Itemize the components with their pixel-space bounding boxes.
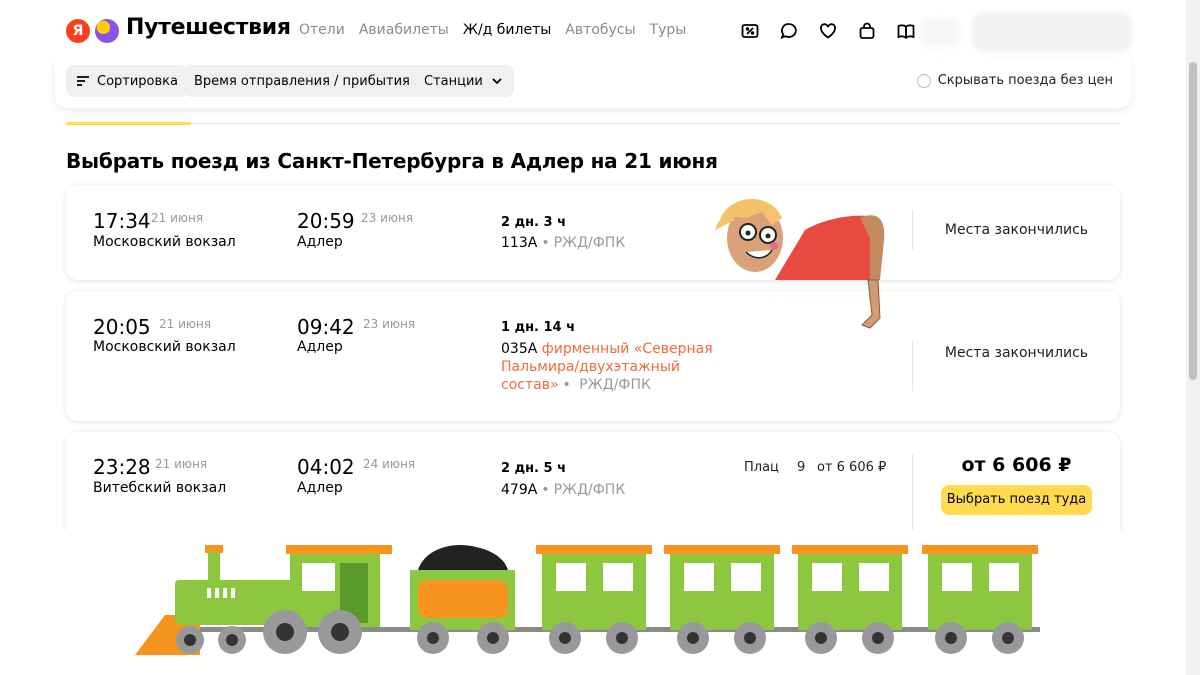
train-carrier: РЖД/ФПК <box>553 235 626 251</box>
hide-no-price-label: Скрывать поезда без цен <box>937 73 1113 88</box>
train-card[interactable]: 20:05 21 июня Московский вокзал 09:42 23… <box>66 291 1120 421</box>
login-button[interactable] <box>972 12 1132 52</box>
departure-time-filter-label: Время отправления / прибытия <box>194 73 410 89</box>
departure-date: 21 июня <box>155 457 208 471</box>
train-number: 479А <box>501 482 538 498</box>
departure-date: 21 июня <box>159 317 212 331</box>
bag-icon[interactable] <box>855 20 878 42</box>
sort-button[interactable]: Сортировка <box>66 65 188 97</box>
book-icon[interactable] <box>894 20 917 42</box>
chevron-down-icon <box>492 78 502 85</box>
wagon <box>536 545 652 654</box>
nav-hotels[interactable]: Отели <box>299 22 345 38</box>
main-nav: Отели Авиабилеты Ж/д билеты Автобусы Тур… <box>299 22 686 38</box>
stations-filter-label: Станции <box>424 73 483 89</box>
train-card[interactable]: 17:34 21 июня Московский вокзал 20:59 23… <box>66 185 1120 280</box>
train-info: 113А • РЖД/ФПК <box>501 234 731 252</box>
discount-icon[interactable] <box>738 20 761 42</box>
arrival-station: Адлер <box>297 480 343 496</box>
sort-button-label: Сортировка <box>97 73 178 89</box>
trip-duration: 2 дн. 5 ч <box>501 461 567 476</box>
sold-out-status: Места закончились <box>944 345 1089 361</box>
nav-tours[interactable]: Туры <box>650 22 687 38</box>
arrival-date: 23 июня <box>361 211 414 225</box>
trip-duration: 1 дн. 14 ч <box>501 320 576 335</box>
brand-name[interactable]: Путешествия <box>126 15 291 40</box>
departure-time: 17:34 <box>93 209 151 233</box>
stations-filter[interactable]: Станции <box>414 65 514 97</box>
departure-date: 21 июня <box>151 211 204 225</box>
wagon <box>922 545 1038 654</box>
arrival-time: 20:59 <box>297 209 355 233</box>
min-price: от 6 606 ₽ <box>961 454 1072 476</box>
arrival-station: Адлер <box>297 234 343 250</box>
hide-no-price-checkbox[interactable] <box>916 73 931 88</box>
trip-duration: 2 дн. 3 ч <box>501 215 567 230</box>
departure-time: 20:05 <box>93 315 151 339</box>
separator-dot: • <box>541 235 550 251</box>
departure-station: Московский вокзал <box>93 234 236 250</box>
hide-no-price-toggle[interactable]: Скрывать поезда без цен <box>916 73 1113 88</box>
arrival-station: Адлер <box>297 339 343 355</box>
sort-icon <box>77 76 89 86</box>
page-title: Выбрать поезд из Санкт-Петербурга в Адле… <box>66 149 718 173</box>
departure-station: Витебский вокзал <box>93 480 227 496</box>
arrival-date: 24 июня <box>363 457 416 471</box>
train-carrier: РЖД/ФПК <box>553 482 626 498</box>
tab-divider <box>66 123 1120 124</box>
seats-count: 9 <box>797 460 806 475</box>
page-scrollbar[interactable] <box>1186 0 1200 675</box>
train-illustration <box>0 530 1186 675</box>
departure-time: 23:28 <box>93 455 151 479</box>
yandex-logo-icon[interactable]: Я <box>66 19 90 43</box>
train-info: 479А • РЖД/ФПК <box>501 481 731 499</box>
car-class-name[interactable]: Плац <box>744 460 779 475</box>
arrival-date: 23 июня <box>363 317 416 331</box>
separator-dot: • <box>562 377 571 393</box>
header-icons <box>738 20 917 42</box>
filter-bar: Сортировка Время отправления / прибытия … <box>55 58 1131 108</box>
heart-icon[interactable] <box>816 20 839 42</box>
globe-logo-icon[interactable] <box>95 19 119 43</box>
cartoon-man-illustration <box>715 199 885 329</box>
separator-dot: • <box>541 482 550 498</box>
chat-icon[interactable] <box>777 20 800 42</box>
departure-station: Московский вокзал <box>93 339 236 355</box>
wagon <box>792 545 908 654</box>
header: Я Путешествия Отели Авиабилеты Ж/д билет… <box>0 0 1186 62</box>
nav-buses[interactable]: Автобусы <box>565 22 635 38</box>
scrollbar-thumb[interactable] <box>1189 62 1197 380</box>
arrival-time: 09:42 <box>297 315 355 339</box>
class-price: от 6 606 ₽ <box>817 460 887 475</box>
nav-flights[interactable]: Авиабилеты <box>359 22 449 38</box>
avatar[interactable] <box>920 18 960 48</box>
active-tab-indicator <box>66 122 191 125</box>
arrival-time: 04:02 <box>297 455 355 479</box>
departure-time-filter[interactable]: Время отправления / прибытия <box>184 65 441 97</box>
sold-out-status: Места закончились <box>944 222 1089 238</box>
nav-trains[interactable]: Ж/д билеты <box>463 22 551 38</box>
train-number: 113А <box>501 235 538 251</box>
train-carrier: РЖД/ФПК <box>579 377 651 393</box>
select-train-button[interactable]: Выбрать поезд туда <box>941 485 1092 515</box>
train-number: 035А <box>501 341 538 357</box>
wagon <box>664 545 780 654</box>
train-info: 035А фирменный «Северная Пальмира/двухэт… <box>501 340 731 394</box>
